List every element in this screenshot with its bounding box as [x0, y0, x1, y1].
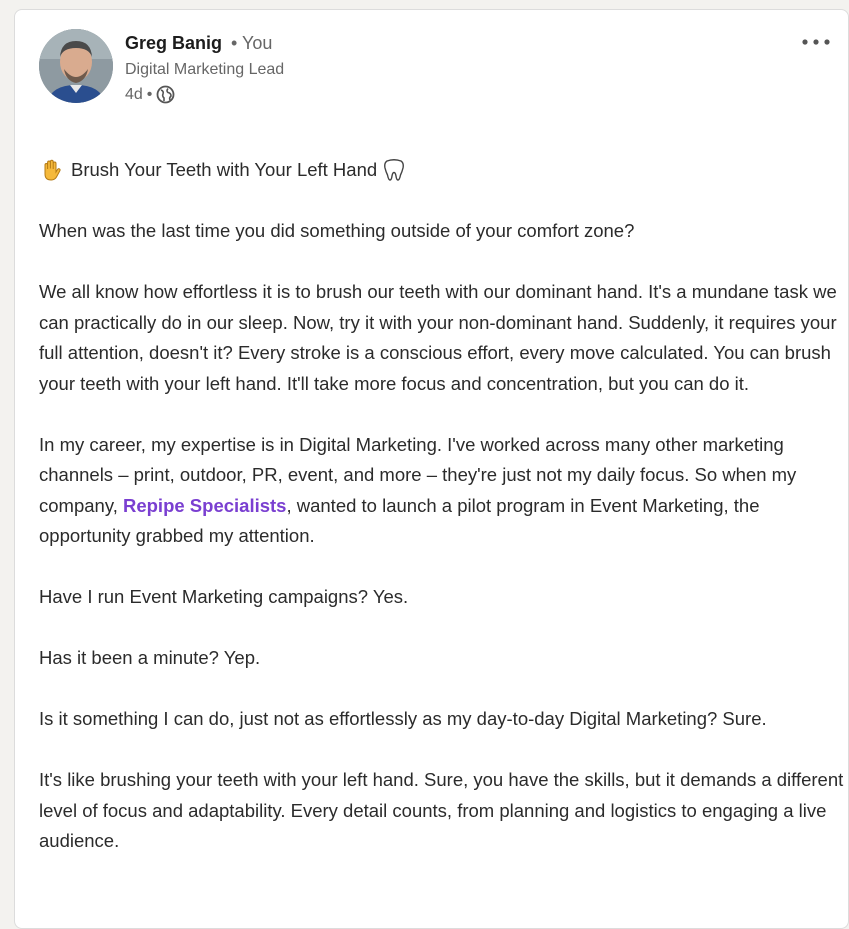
- company-mention-link[interactable]: Repipe Specialists: [123, 495, 286, 516]
- author-avatar[interactable]: [39, 29, 113, 103]
- tooth-icon: [383, 158, 405, 182]
- paragraph-3: In my career, my expertise is in Digital…: [39, 430, 849, 552]
- author-headline: Digital Marketing Lead: [125, 61, 285, 78]
- author-relation: You: [242, 33, 273, 53]
- name-separator: •: [231, 33, 243, 53]
- paragraph-1: When was the last time you did something…: [39, 220, 635, 241]
- paragraph-4: Have I run Event Marketing campaigns? Ye…: [39, 586, 409, 607]
- author-block: Greg Banig • You Digital Marketing Lead …: [125, 34, 284, 104]
- raised-hand-icon: [39, 158, 63, 182]
- author-name-row: Greg Banig • You: [125, 34, 284, 52]
- post-meta: 4d •: [125, 85, 284, 104]
- globe-icon: [156, 85, 175, 104]
- meta-separator: •: [146, 85, 153, 103]
- paragraph-7: It's like brushing your teeth with your …: [39, 769, 844, 851]
- more-horizontal-icon: [802, 39, 830, 45]
- post-title-line: Brush Your Teeth with Your Left Hand: [39, 155, 849, 186]
- post-more-options-button[interactable]: [798, 32, 834, 52]
- post-card: Greg Banig • You Digital Marketing Lead …: [14, 9, 849, 929]
- author-name[interactable]: Greg Banig: [125, 33, 222, 53]
- paragraph-2: We all know how effortless it is to brus…: [39, 281, 837, 394]
- post-title: Brush Your Teeth with Your Left Hand: [71, 159, 378, 180]
- paragraph-6: Is it something I can do, just not as ef…: [39, 708, 767, 729]
- post-body: Brush Your Teeth with Your Left Hand Whe…: [39, 155, 849, 887]
- paragraph-5: Has it been a minute? Yep.: [39, 647, 261, 668]
- post-age: 4d: [125, 85, 143, 103]
